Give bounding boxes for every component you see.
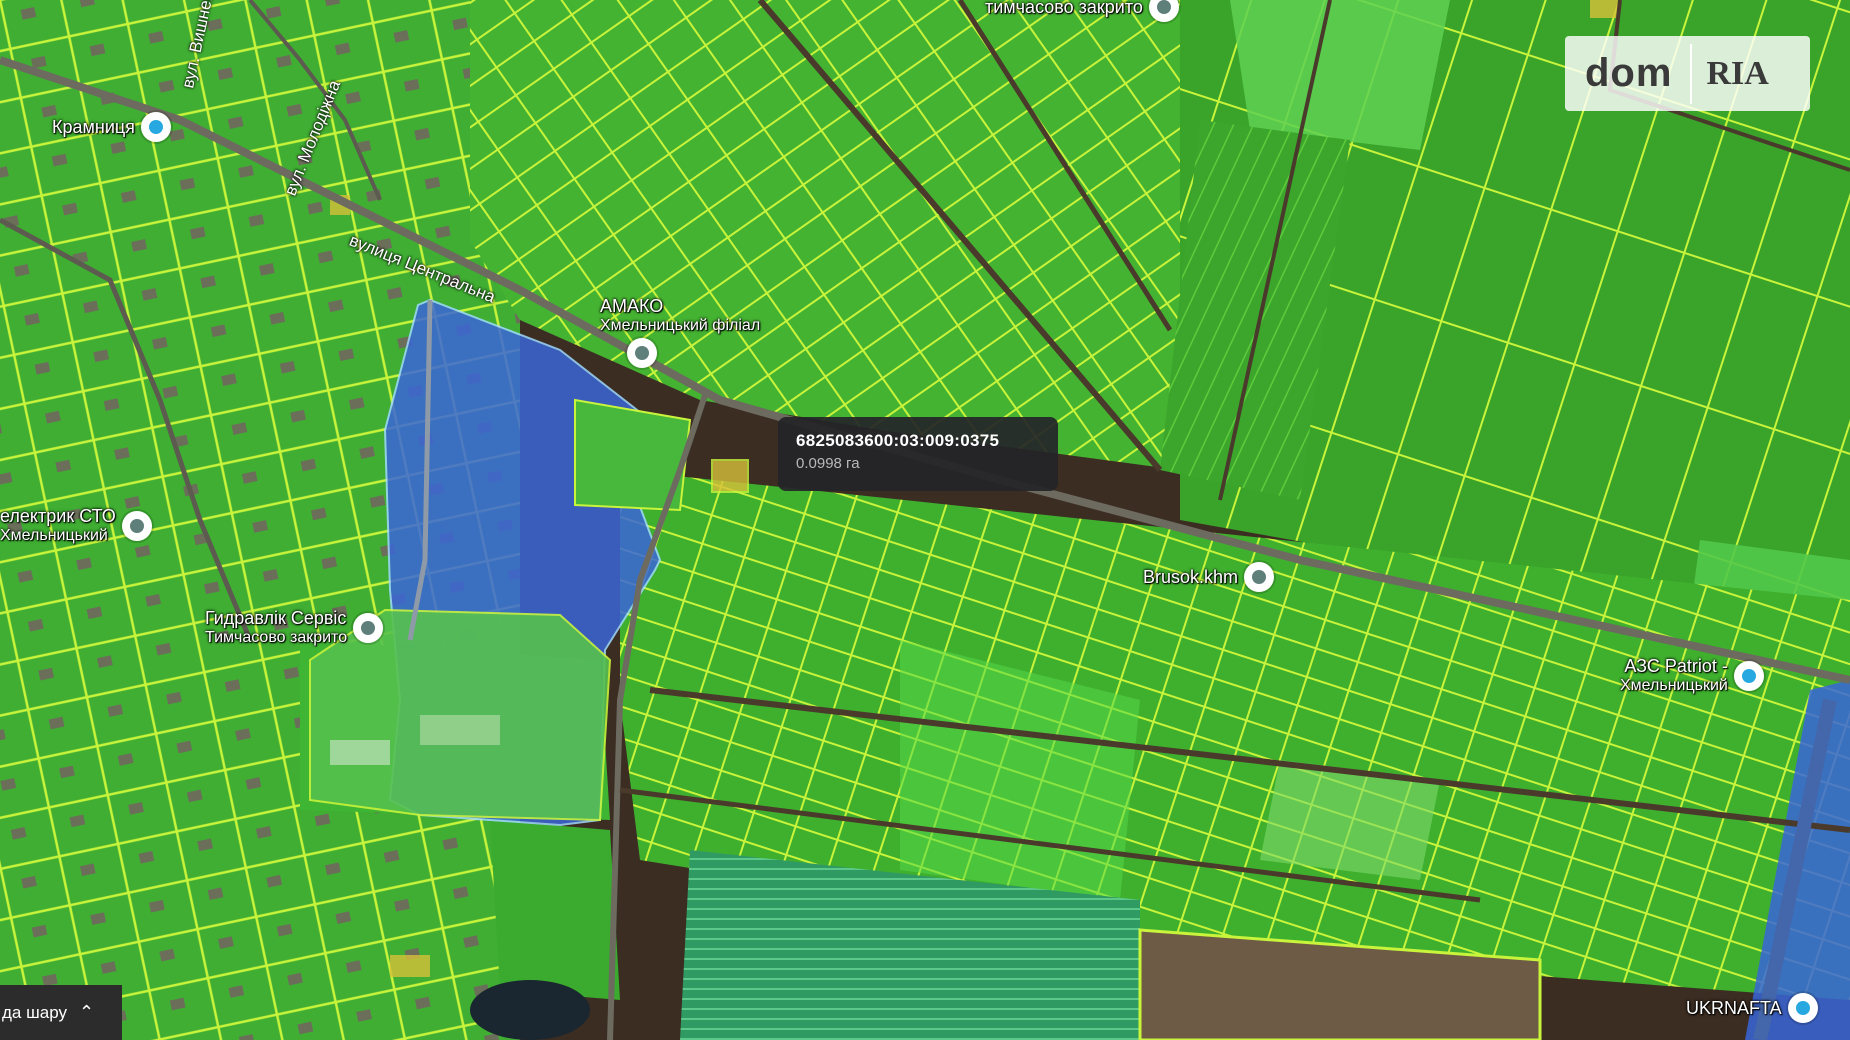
gas-station-icon[interactable]: [1733, 661, 1764, 691]
logo-dom: dom: [1585, 51, 1673, 95]
poi-sub: Хмельницький: [0, 527, 108, 544]
place-icon[interactable]: [1244, 562, 1275, 592]
poi-amako[interactable]: АМАКО Хмельницький філіал: [600, 296, 760, 368]
poi-azs[interactable]: АЗС Patriot - Хмельницький: [1620, 656, 1764, 696]
chevron-up-icon: ⌃: [78, 1002, 95, 1022]
place-icon[interactable]: [353, 613, 384, 643]
cadastral-map[interactable]: вул. Вишнева вул. Молодіжна вулиця Центр…: [0, 0, 1850, 1040]
poi-label: Гидравлік Сервіс Тимчасово закрито: [205, 608, 347, 648]
poi-label: UKRNAFTA: [1686, 998, 1782, 1018]
poi-name: АЗС Patriot -: [1624, 656, 1728, 676]
poi-ukrnafta[interactable]: UKRNAFTA: [1686, 993, 1818, 1023]
place-icon[interactable]: [627, 338, 657, 368]
map-canvas[interactable]: [0, 0, 1850, 1040]
gas-station-icon[interactable]: [1787, 993, 1818, 1023]
logo-ria: RIA: [1706, 54, 1769, 92]
poi-hydraulic[interactable]: Гидравлік Сервіс Тимчасово закрито: [205, 608, 384, 648]
poi-sub: Хмельницький філіал: [600, 317, 761, 334]
poi-brusok[interactable]: Brusok.khm: [1143, 562, 1275, 592]
cadastral-number: 6825083600:03:009:0375: [796, 431, 1000, 450]
domria-logo: dom RIA: [1565, 36, 1810, 111]
poi-name: АМАКО: [600, 296, 664, 316]
poi-sto[interactable]: електрик СТО Хмельницький: [0, 506, 152, 546]
parcel-tooltip: 6825083600:03:009:0375 0.0998 га: [778, 417, 1058, 491]
poi-label: електрик СТО Хмельницький: [0, 506, 116, 546]
poi-label: АМАКО Хмельницький філіал: [600, 296, 760, 336]
place-icon[interactable]: [1148, 0, 1179, 22]
logo-divider: [1690, 43, 1693, 104]
poi-label: тимчасово закрито: [985, 0, 1143, 17]
layer-button-label: да шару: [2, 1002, 67, 1022]
place-icon[interactable]: [121, 511, 152, 541]
poi-sub: Хмельницький: [1620, 677, 1728, 694]
poi-name: електрик СТО: [0, 506, 116, 526]
layer-toggle-button[interactable]: да шару ⌃: [0, 985, 122, 1040]
poi-kramnytsia[interactable]: Крамниця: [52, 112, 171, 142]
poi-label: АЗС Patriot - Хмельницький: [1620, 656, 1728, 696]
shop-icon[interactable]: [140, 112, 171, 142]
poi-label: Brusok.khm: [1143, 567, 1239, 587]
poi-top[interactable]: тимчасово закрито: [985, 0, 1179, 22]
parcel-area: 0.0998 га: [796, 455, 860, 472]
poi-label: Крамниця: [52, 117, 135, 137]
poi-name: Гидравлік Сервіс: [205, 608, 347, 628]
poi-sub: Тимчасово закрито: [205, 629, 348, 646]
